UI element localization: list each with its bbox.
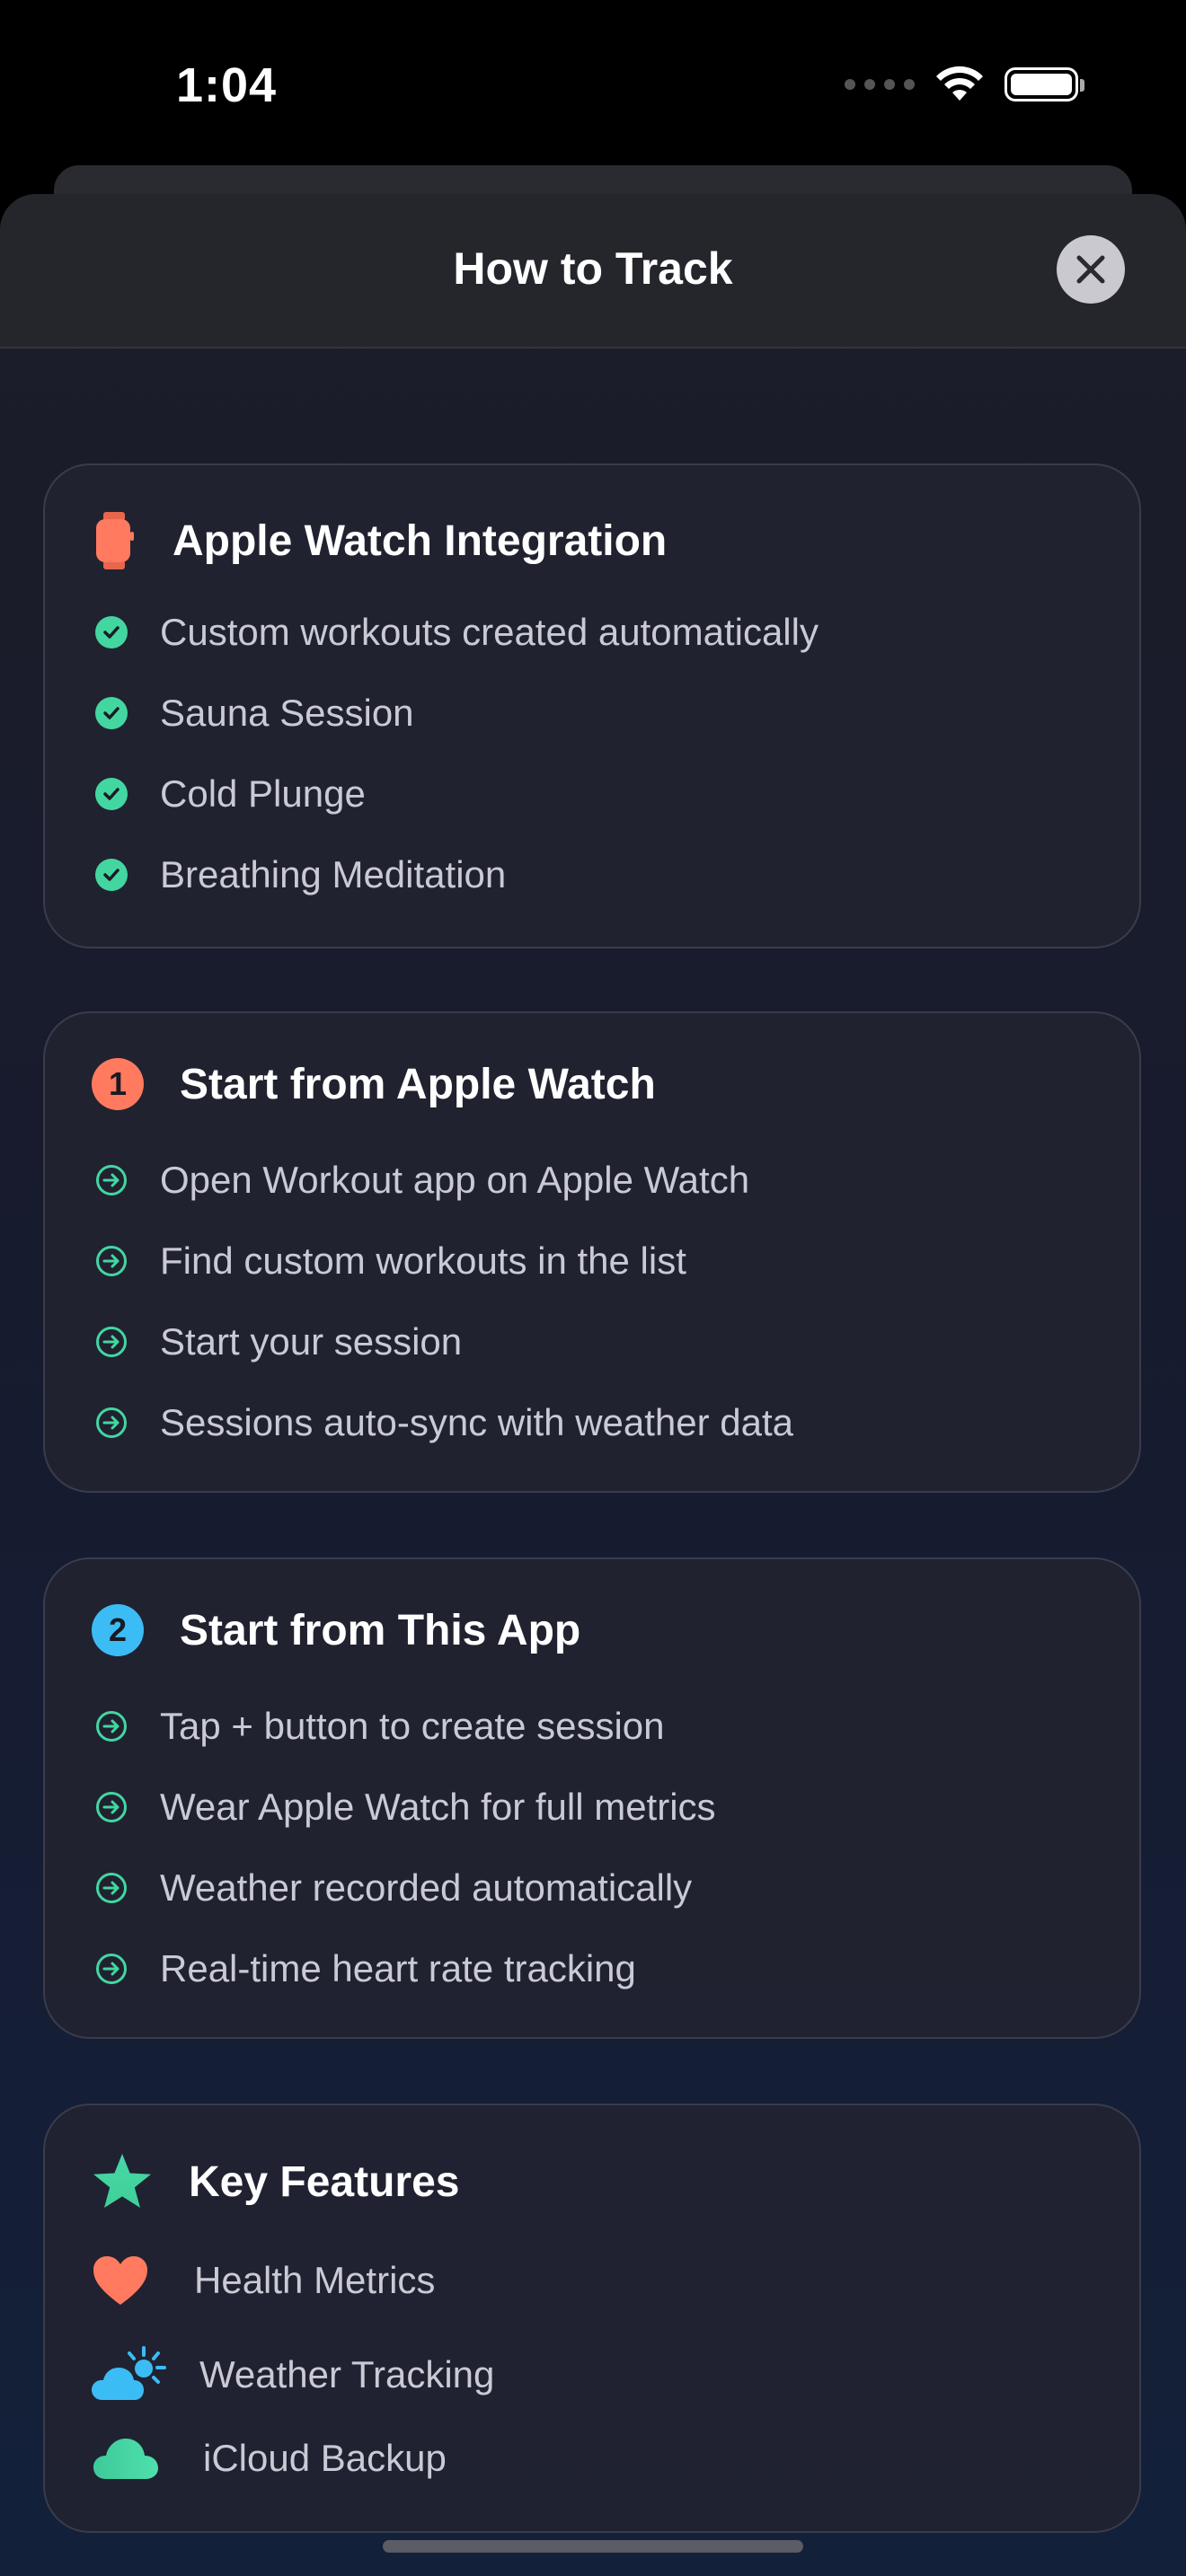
list-item: Cold Plunge xyxy=(95,772,366,816)
card-header: Apple Watch Integration xyxy=(92,512,667,569)
list-item-label: Health Metrics xyxy=(194,2259,436,2301)
list-item-label: Breathing Meditation xyxy=(160,853,507,895)
wifi-icon xyxy=(936,66,983,101)
arrow-right-circle-icon xyxy=(96,1711,127,1742)
list-item: Breathing Meditation xyxy=(95,853,506,896)
list-item: Weather Tracking xyxy=(90,2346,494,2404)
arrow-right-circle-icon xyxy=(96,1246,127,1276)
list-item: Custom workouts created automatically xyxy=(95,611,819,654)
list-item-label: Sessions auto-sync with weather data xyxy=(160,1401,794,1443)
icloud-icon xyxy=(93,2439,158,2479)
list-item: Sauna Session xyxy=(95,692,414,735)
list-item-label: Custom workouts created automatically xyxy=(160,611,819,653)
status-bar: 1:04 xyxy=(0,0,1186,171)
card-title: Start from This App xyxy=(180,1606,581,1654)
arrow-right-circle-icon xyxy=(96,1165,127,1195)
arrow-right-circle-icon xyxy=(96,1873,127,1903)
list-item-label: Cold Plunge xyxy=(160,772,366,815)
checkmark-circle-icon xyxy=(95,859,128,891)
list-item: Wear Apple Watch for full metrics xyxy=(95,1786,716,1829)
start-from-apple-watch-card: 1 Start from Apple Watch Open Workout ap… xyxy=(43,1011,1141,1493)
list-item-label: Wear Apple Watch for full metrics xyxy=(160,1786,716,1828)
close-button[interactable] xyxy=(1057,235,1125,304)
start-from-this-app-card: 2 Start from This App Tap + button to cr… xyxy=(43,1557,1141,2039)
card-title: Start from Apple Watch xyxy=(180,1060,656,1108)
sheet-title: How to Track xyxy=(453,243,733,294)
card-title: Key Features xyxy=(189,2157,460,2206)
list-item-label: Sauna Session xyxy=(160,692,414,734)
list-item-label: Find custom workouts in the list xyxy=(160,1239,686,1282)
list-item: Sessions auto-sync with weather data xyxy=(95,1401,793,1444)
list-item: Find custom workouts in the list xyxy=(95,1239,686,1283)
card-header: 1 Start from Apple Watch xyxy=(92,1058,656,1110)
list-item: Tap + button to create session xyxy=(95,1705,665,1748)
list-item: Real-time heart rate tracking xyxy=(95,1947,636,1990)
list-item-label: Weather Tracking xyxy=(199,2353,495,2395)
sheet-header: How to Track xyxy=(0,194,1186,348)
cellular-signal-icon xyxy=(845,79,915,90)
status-icons xyxy=(845,65,1084,104)
arrow-right-circle-icon xyxy=(96,1792,127,1822)
star-icon xyxy=(93,2154,151,2208)
checkmark-circle-icon xyxy=(95,778,128,810)
how-to-track-sheet: How to Track Apple Watch Integration Cus… xyxy=(0,194,1186,2576)
home-indicator[interactable] xyxy=(383,2540,803,2553)
card-header: 2 Start from This App xyxy=(92,1604,580,1656)
list-item: iCloud Backup xyxy=(92,2436,447,2481)
list-item: Start your session xyxy=(95,1320,462,1363)
arrow-right-circle-icon xyxy=(96,1954,127,1984)
list-item-label: Open Workout app on Apple Watch xyxy=(160,1159,750,1201)
status-time: 1:04 xyxy=(176,58,278,112)
cloud-sun-icon xyxy=(92,2346,166,2400)
step-number-badge: 2 xyxy=(92,1604,144,1656)
step-number-badge: 1 xyxy=(92,1058,144,1110)
list-item-label: Tap + button to create session xyxy=(160,1705,665,1747)
list-item: Open Workout app on Apple Watch xyxy=(95,1159,749,1202)
list-item-label: Real-time heart rate tracking xyxy=(160,1947,636,1989)
list-item: Weather recorded automatically xyxy=(95,1866,692,1910)
list-item-label: Weather recorded automatically xyxy=(160,1866,693,1909)
arrow-right-circle-icon xyxy=(96,1407,127,1438)
checkmark-circle-icon xyxy=(95,697,128,729)
card-title: Apple Watch Integration xyxy=(173,516,668,565)
checkmark-circle-icon xyxy=(95,616,128,648)
xmark-icon xyxy=(1076,255,1105,284)
key-features-card: Key Features Health Metrics Weather Trac… xyxy=(43,2104,1141,2533)
card-header: Key Features xyxy=(92,2152,459,2211)
apple-watch-integration-card: Apple Watch Integration Custom workouts … xyxy=(43,463,1141,948)
arrow-right-circle-icon xyxy=(96,1327,127,1357)
applewatch-icon xyxy=(96,512,134,569)
list-item-label: Start your session xyxy=(160,1320,463,1363)
list-item: Health Metrics xyxy=(92,2254,435,2307)
list-item-label: iCloud Backup xyxy=(203,2437,447,2479)
heart-icon xyxy=(93,2256,147,2305)
battery-icon xyxy=(1005,67,1084,101)
